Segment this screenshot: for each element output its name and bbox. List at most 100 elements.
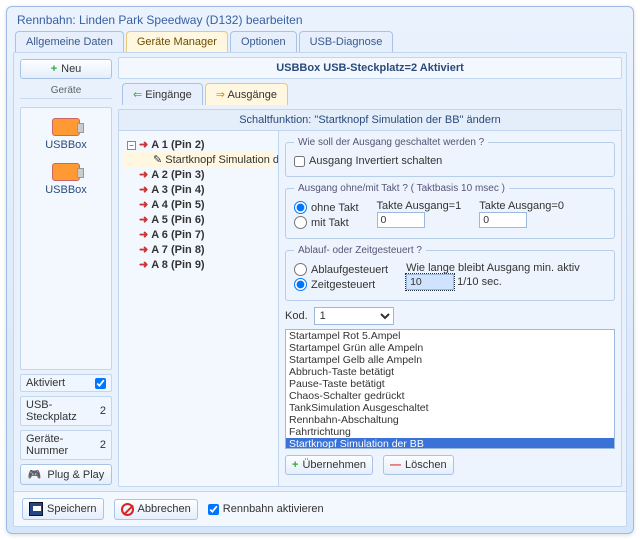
status-value: 2: [100, 405, 106, 417]
radio-time-input[interactable]: [294, 278, 307, 291]
kod-select[interactable]: 1: [314, 307, 394, 325]
panel-title: Schaltfunktion: "Startknopf Simulation d…: [119, 110, 621, 131]
device-item[interactable]: USBBox: [25, 112, 107, 157]
list-item[interactable]: Abbruch-Taste betätigt: [286, 366, 614, 378]
top-tabs: Allgemeine Daten Geräte Manager Optionen…: [7, 31, 633, 52]
group-switch-mode: Wie soll der Ausgang geschaltet werden ?…: [285, 137, 615, 177]
tree-node[interactable]: −➜A 1 (Pin 2): [123, 137, 274, 152]
gamepad-icon: 🎮: [28, 468, 42, 481]
legend: Ausgang ohne/mit Takt ? ( Taktbasis 10 m…: [294, 183, 509, 194]
tab-options[interactable]: Optionen: [230, 31, 297, 52]
save-button[interactable]: Speichern: [22, 498, 104, 520]
list-item[interactable]: Chaos-Schalter gedrückt: [286, 390, 614, 402]
tree-node-child[interactable]: ✎ Startknopf Simulation der BB: [123, 152, 274, 167]
tree-node[interactable]: ➜A 8 (Pin 9): [123, 257, 274, 272]
status-device-number: Geräte-Nummer2: [20, 430, 112, 460]
new-button[interactable]: +Neu: [20, 59, 112, 79]
arrow-left-icon: ⇐: [133, 89, 142, 101]
tab-inputs[interactable]: ⇐ Eingänge: [122, 83, 203, 105]
tab-usb-diagnose[interactable]: USB-Diagnose: [299, 31, 394, 52]
tree-label: A 2 (Pin 3): [151, 169, 204, 181]
list-item[interactable]: Pause-Taste betätigt: [286, 378, 614, 390]
list-item[interactable]: Fahrtrichtung: [286, 426, 614, 438]
radio-with-clock-input[interactable]: [294, 216, 307, 229]
tree-label: A 4 (Pin 5): [151, 199, 204, 211]
sidebar: +Neu Geräte USBBox USBBox Aktiviert USB-…: [14, 53, 118, 491]
tree-label: A 7 (Pin 8): [151, 244, 204, 256]
radio-no-clock[interactable]: ohne Takt: [294, 200, 359, 215]
arrow-right-icon: ⇒: [216, 89, 225, 101]
radio-time[interactable]: Zeitgesteuert: [294, 277, 388, 292]
radio-no-clock-input[interactable]: [294, 201, 307, 214]
tab-outputs[interactable]: ⇒ Ausgänge: [205, 83, 288, 105]
arrow-icon: ➜: [139, 184, 148, 196]
tree-label: A 8 (Pin 9): [151, 259, 204, 271]
plug-and-play-button[interactable]: 🎮Plug & Play: [20, 464, 112, 485]
list-item[interactable]: Rennbahn-Abschaltung: [286, 414, 614, 426]
tree-node[interactable]: ➜A 7 (Pin 8): [123, 242, 274, 257]
delete-button[interactable]: —Löschen: [383, 455, 454, 475]
button-label: Übernehmen: [302, 459, 366, 471]
arrow-icon: ➜: [139, 259, 148, 271]
collapse-icon[interactable]: −: [127, 141, 136, 150]
list-item[interactable]: Startampel Grün alle Ampeln: [286, 342, 614, 354]
new-button-label: Neu: [61, 63, 81, 75]
cancel-icon: [121, 503, 134, 516]
function-listbox[interactable]: Startampel Rot 5.Ampel Startampel Grün a…: [285, 329, 615, 449]
arrow-icon: ➜: [139, 244, 148, 256]
label-text: Ausgang Invertiert schalten: [309, 155, 442, 167]
tab-label: Eingänge: [145, 89, 192, 101]
status-value: 2: [100, 439, 106, 451]
status-usb-slot: USB-Steckplatz2: [20, 396, 112, 426]
device-label: USBBox: [45, 184, 87, 196]
status-activated[interactable]: Aktiviert: [20, 374, 112, 392]
list-item[interactable]: Startknopf Simulation der BB: [286, 438, 614, 449]
tree-node[interactable]: ➜A 2 (Pin 3): [123, 167, 274, 182]
button-label: Löschen: [405, 459, 447, 471]
arrow-icon: ➜: [139, 199, 148, 211]
label-text: Zeitgesteuert: [311, 279, 375, 291]
activated-checkbox[interactable]: [95, 378, 106, 389]
hold-time-input[interactable]: [406, 274, 454, 290]
io-tabs: ⇐ Eingänge ⇒ Ausgänge: [118, 83, 622, 105]
list-item[interactable]: Startampel Gelb alle Ampeln: [286, 354, 614, 366]
tree-node[interactable]: ➜A 4 (Pin 5): [123, 197, 274, 212]
invert-checkbox-label[interactable]: Ausgang Invertiert schalten: [294, 154, 606, 168]
tree-label: A 1 (Pin 2): [151, 139, 204, 151]
device-item[interactable]: USBBox: [25, 157, 107, 202]
tab-general[interactable]: Allgemeine Daten: [15, 31, 124, 52]
radio-flow-input[interactable]: [294, 263, 307, 276]
tab-device-manager[interactable]: Geräte Manager: [126, 31, 228, 52]
kod-label: Kod.: [285, 310, 308, 322]
save-icon: [29, 502, 43, 516]
list-item[interactable]: Startampel Rot 5.Ampel: [286, 330, 614, 342]
arrow-icon: ➜: [139, 139, 148, 151]
device-label: USBBox: [45, 139, 87, 151]
takte-1-input[interactable]: [377, 212, 425, 228]
activate-track-label[interactable]: Rennbahn aktivieren: [208, 502, 324, 516]
takte-0-input[interactable]: [479, 212, 527, 228]
output-tree: −➜A 1 (Pin 2) ✎ Startknopf Simulation de…: [119, 131, 279, 486]
apply-button[interactable]: +Übernehmen: [285, 455, 373, 475]
tree-node[interactable]: ➜A 5 (Pin 6): [123, 212, 274, 227]
button-label: Abbrechen: [138, 503, 191, 515]
invert-checkbox[interactable]: [294, 156, 305, 167]
group-control-mode: Ablauf- oder Zeitgesteuert ? Ablaufgeste…: [285, 245, 615, 301]
label-t1: Takte Ausgang=1: [377, 200, 462, 212]
activate-track-checkbox[interactable]: [208, 504, 219, 515]
tree-node[interactable]: ➜A 3 (Pin 4): [123, 182, 274, 197]
cancel-button[interactable]: Abbrechen: [114, 499, 198, 520]
main-area: USBBox USB-Steckplatz=2 Aktiviert ⇐ Eing…: [118, 53, 626, 491]
editor-form: Wie soll der Ausgang geschaltet werden ?…: [279, 131, 621, 486]
radio-flow[interactable]: Ablaufgesteuert: [294, 262, 388, 277]
status-label: Geräte-Nummer: [26, 433, 100, 457]
status-label: USB-Steckplatz: [26, 399, 100, 423]
arrow-icon: ➜: [139, 214, 148, 226]
tree-label: A 3 (Pin 4): [151, 184, 204, 196]
label-text: mit Takt: [311, 217, 349, 229]
radio-with-clock[interactable]: mit Takt: [294, 215, 359, 230]
tree-label: A 5 (Pin 6): [151, 214, 204, 226]
label-t0: Takte Ausgang=0: [479, 200, 564, 212]
tree-node[interactable]: ➜A 6 (Pin 7): [123, 227, 274, 242]
list-item[interactable]: TankSimulation Ausgeschaltet: [286, 402, 614, 414]
